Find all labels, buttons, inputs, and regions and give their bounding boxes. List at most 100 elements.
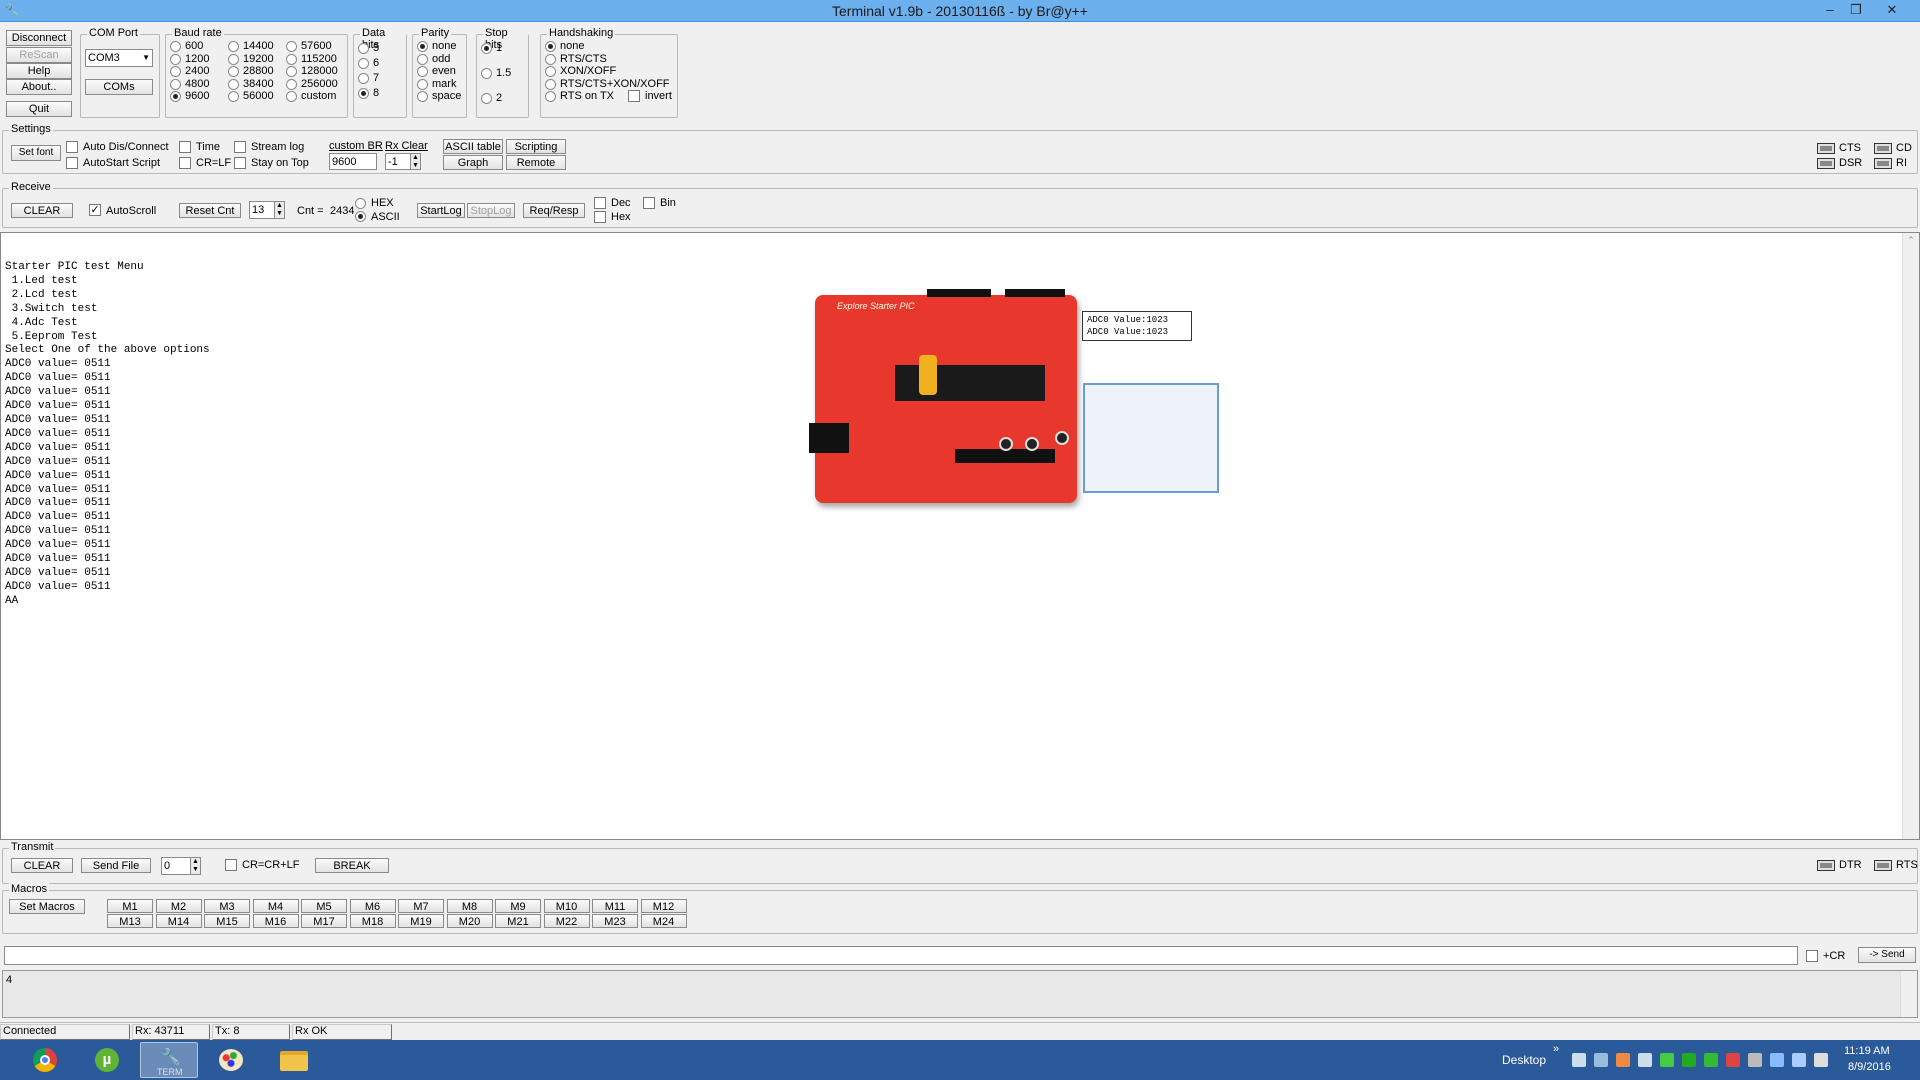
set-macros-button[interactable]: Set Macros: [9, 899, 85, 914]
rx-clear-input[interactable]: -1: [385, 153, 411, 170]
volume-icon[interactable]: [1814, 1053, 1828, 1067]
utorrent-taskbar-button[interactable]: µ: [78, 1042, 136, 1078]
macro-button[interactable]: M8: [446, 899, 493, 913]
macro-button[interactable]: M6: [349, 899, 396, 913]
macro-button[interactable]: M14: [155, 914, 202, 928]
radio-option[interactable]: [286, 53, 297, 65]
macro-button[interactable]: M7: [398, 899, 444, 913]
macro-button[interactable]: M2: [155, 899, 202, 913]
radio-option[interactable]: [228, 78, 239, 90]
reset-cnt-button[interactable]: Reset Cnt: [179, 203, 241, 218]
radio-option[interactable]: [286, 91, 297, 102]
macro-button[interactable]: M3: [204, 899, 250, 913]
utorrent-tray-icon[interactable]: [1682, 1053, 1696, 1067]
radio-option[interactable]: [481, 68, 492, 79]
radio-option[interactable]: [358, 58, 369, 69]
req-resp-button[interactable]: Req/Resp: [523, 203, 585, 218]
network-icon[interactable]: [1594, 1053, 1608, 1067]
sync-tray-icon[interactable]: [1704, 1053, 1718, 1067]
radio-option[interactable]: [358, 88, 369, 99]
invert-checkbox[interactable]: [628, 90, 640, 102]
macro-button[interactable]: M9: [495, 899, 541, 913]
radio-option[interactable]: [481, 93, 492, 104]
radio-option[interactable]: [170, 53, 181, 65]
radio-option[interactable]: [170, 41, 181, 52]
radio-option[interactable]: [417, 78, 428, 90]
macro-button[interactable]: M20: [446, 914, 493, 928]
radio-option[interactable]: [417, 41, 428, 52]
stoplog-button[interactable]: StopLog: [467, 203, 515, 218]
radio-option[interactable]: [228, 91, 239, 102]
macro-button[interactable]: M16: [252, 914, 299, 928]
macro-button[interactable]: M5: [301, 899, 347, 913]
radio-option[interactable]: [545, 66, 556, 77]
disconnect-button[interactable]: Disconnect: [6, 30, 72, 46]
radio-option[interactable]: [170, 91, 181, 102]
radio-option[interactable]: [545, 41, 556, 52]
macro-button[interactable]: M10: [543, 899, 590, 913]
coms-button[interactable]: COMs: [85, 79, 153, 95]
ascii-table-button[interactable]: ASCII table: [443, 139, 503, 154]
macro-button[interactable]: M19: [398, 914, 444, 928]
dtr-indicator[interactable]: [1817, 860, 1835, 871]
radio-option[interactable]: [417, 66, 428, 77]
rts-indicator[interactable]: [1874, 860, 1892, 871]
macro-button[interactable]: M4: [252, 899, 299, 913]
macro-button[interactable]: M13: [107, 914, 153, 928]
macro-button[interactable]: M23: [592, 914, 638, 928]
radio-option[interactable]: [358, 73, 369, 84]
clock-date[interactable]: 8/9/2016: [1848, 1061, 1891, 1073]
radio-option[interactable]: [417, 91, 428, 102]
hex-radio[interactable]: [355, 198, 366, 209]
radio-option[interactable]: [417, 53, 428, 65]
signal-icon[interactable]: [1638, 1053, 1652, 1067]
send-button[interactable]: -> Send: [1858, 947, 1916, 963]
hex-checkbox[interactable]: [594, 211, 606, 223]
toolbar-chevron-icon[interactable]: »: [1553, 1043, 1559, 1055]
radio-option[interactable]: [170, 78, 181, 90]
radio-option[interactable]: [170, 66, 181, 77]
radio-option[interactable]: [286, 66, 297, 77]
quit-button[interactable]: Quit: [6, 101, 72, 117]
transmit-clear-button[interactable]: CLEAR: [11, 858, 73, 873]
radio-option[interactable]: [545, 53, 556, 65]
plus-cr-checkbox[interactable]: [1806, 950, 1818, 962]
restore-button[interactable]: ❐: [1844, 0, 1868, 20]
rescan-button[interactable]: ReScan: [6, 47, 72, 63]
macro-button[interactable]: M21: [495, 914, 541, 928]
receive-scrollbar[interactable]: ⌃: [1902, 233, 1919, 839]
flag-icon[interactable]: [1748, 1053, 1762, 1067]
macro-button[interactable]: M17: [301, 914, 347, 928]
crlf-checkbox[interactable]: [179, 157, 191, 169]
macro-button[interactable]: M12: [640, 899, 687, 913]
remote-button[interactable]: Remote: [506, 155, 566, 170]
chrome-taskbar-button[interactable]: [16, 1042, 74, 1078]
bin-checkbox[interactable]: [643, 197, 655, 209]
radio-option[interactable]: [228, 66, 239, 77]
red-tray-icon[interactable]: [1726, 1053, 1740, 1067]
transmit-log[interactable]: 4: [2, 970, 1918, 1018]
receive-clear-button[interactable]: CLEAR: [11, 203, 73, 218]
orange-tray-icon[interactable]: [1616, 1053, 1630, 1067]
rx-clear-spinner[interactable]: ▲ ▼: [410, 153, 421, 170]
time-checkbox[interactable]: [179, 141, 191, 153]
desktop-toolbar-label[interactable]: Desktop: [1502, 1053, 1546, 1067]
power-icon[interactable]: [1770, 1053, 1784, 1067]
close-button[interactable]: ✕: [1880, 0, 1904, 20]
graph-button[interactable]: Graph: [443, 155, 503, 170]
custom-br-input[interactable]: 9600: [329, 153, 377, 170]
scripting-button[interactable]: Scripting: [506, 139, 566, 154]
break-button[interactable]: BREAK: [315, 858, 389, 873]
scroll-up-icon[interactable]: ⌃: [1903, 235, 1919, 246]
radio-option[interactable]: [481, 43, 492, 54]
cr-cr-lf-checkbox[interactable]: [225, 859, 237, 871]
radio-option[interactable]: [545, 91, 556, 102]
transmit-log-scrollbar[interactable]: [1900, 971, 1917, 1017]
cnt-spinner[interactable]: ▲ ▼: [274, 201, 285, 219]
startlog-button[interactable]: StartLog: [417, 203, 465, 218]
macro-button[interactable]: M22: [543, 914, 590, 928]
green-tray-icon[interactable]: [1660, 1053, 1674, 1067]
wifi-icon[interactable]: [1572, 1053, 1586, 1067]
send-input[interactable]: [4, 946, 1798, 965]
terminal-taskbar-button[interactable]: 🔧 TERM: [140, 1042, 198, 1078]
